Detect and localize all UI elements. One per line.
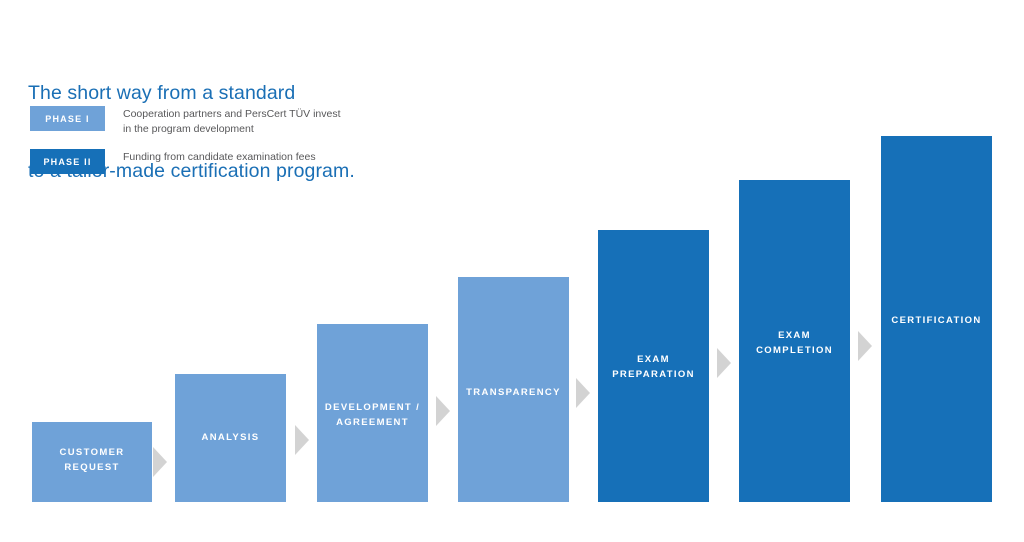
arrow-right-icon-6 — [858, 331, 872, 361]
step-bar-exam-completion[interactable]: EXAM COMPLETION — [739, 180, 850, 502]
arrow-right-icon-4 — [576, 378, 590, 408]
legend-swatch-phase-1: PHASE I — [30, 106, 105, 131]
step-label-certification: CERTIFICATION — [891, 315, 982, 326]
step-bar-customer-request[interactable]: CUSTOMER REQUEST — [32, 422, 152, 502]
step-label-development-agreement: DEVELOPMENT / AGREEMENT — [324, 402, 421, 428]
arrow-right-icon-2 — [295, 425, 309, 455]
legend-description-phase-1: Cooperation partners and PersCert TÜV in… — [123, 108, 341, 135]
step-bar-exam-preparation[interactable]: EXAM PREPARATION — [598, 230, 709, 502]
legend-description-phase-2: Funding from candidate examination fees — [123, 151, 316, 163]
step-bar-analysis[interactable]: ANALYSIS — [175, 374, 286, 502]
step-label-transparency: TRANSPARENCY — [466, 387, 561, 398]
step-bar-transparency[interactable]: TRANSPARENCY — [458, 277, 569, 502]
arrow-right-icon-3 — [436, 396, 450, 426]
legend-item-phase-2: PHASE II Funding from candidate examinat… — [30, 149, 460, 174]
step-label-analysis: ANALYSIS — [201, 432, 260, 443]
legend-item-phase-1: PHASE I Cooperation partners and PersCer… — [30, 106, 460, 136]
phase-legend: PHASE I Cooperation partners and PersCer… — [30, 106, 460, 187]
step-bar-development-agreement[interactable]: DEVELOPMENT / AGREEMENT — [317, 324, 428, 502]
step-label-customer-request: CUSTOMER REQUEST — [59, 447, 125, 473]
step-label-exam-preparation: EXAM PREPARATION — [612, 354, 695, 380]
arrow-right-icon-1 — [153, 447, 167, 477]
step-label-exam-completion: EXAM COMPLETION — [756, 330, 833, 356]
step-bar-certification[interactable]: CERTIFICATION — [881, 136, 992, 502]
arrow-right-icon-5 — [717, 348, 731, 378]
page-title-line-1: The short way from a standard — [28, 82, 296, 104]
legend-swatch-phase-2: PHASE II — [30, 149, 105, 174]
